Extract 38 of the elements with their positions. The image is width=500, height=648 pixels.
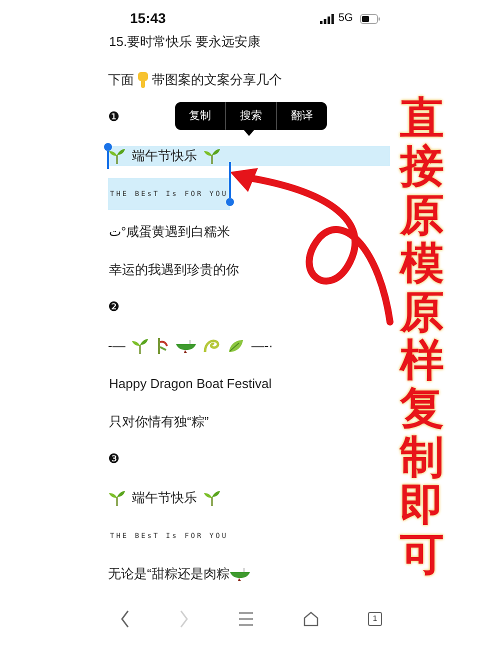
text-line: 15.要时常快乐 要永远安康 bbox=[108, 33, 262, 52]
annotation-text: 直接原模原样复制即可 bbox=[400, 95, 444, 579]
text-line: 幸运的我遇到珍贵的你 bbox=[108, 261, 240, 280]
pointing-hand-icon bbox=[136, 71, 150, 89]
text-line: 带图案的文案分享几个 bbox=[152, 71, 282, 90]
boat-icon bbox=[229, 567, 252, 581]
sprout-icon bbox=[108, 148, 126, 164]
sprout-icon bbox=[108, 490, 126, 506]
network-label: 5G bbox=[338, 11, 353, 26]
status-time: 15:43 bbox=[130, 9, 166, 28]
text-line: 无论是“甜粽还是肉粽 bbox=[108, 565, 230, 584]
tabs-button[interactable]: 1 bbox=[368, 612, 382, 626]
section-number: ❷ bbox=[108, 299, 120, 318]
sprout-icon bbox=[131, 338, 150, 354]
home-icon[interactable] bbox=[303, 611, 319, 627]
sprout-icon bbox=[203, 490, 221, 506]
swirl-icon bbox=[203, 338, 222, 354]
menu-item[interactable]: 复制 bbox=[175, 102, 225, 130]
boat-icon bbox=[175, 339, 198, 353]
text-line: Happy Dragon Boat Festival bbox=[108, 375, 273, 394]
menu-icon[interactable] bbox=[238, 611, 254, 627]
text-line: 下面 bbox=[108, 71, 134, 90]
back-icon[interactable] bbox=[120, 610, 130, 628]
sprout-icon bbox=[203, 148, 221, 164]
dash-text: -— bbox=[108, 337, 126, 356]
text-line: ت°咸蛋黄遇到白糯米 bbox=[108, 223, 232, 242]
selection-end-handle[interactable] bbox=[226, 162, 234, 206]
signal-icon bbox=[320, 14, 334, 24]
leaf-icon bbox=[227, 338, 246, 354]
section-number: ❸ bbox=[108, 451, 120, 470]
dash-text: —-· bbox=[251, 337, 274, 356]
text-line: 端午节快乐 bbox=[132, 147, 197, 166]
bamboo-icon bbox=[155, 337, 170, 355]
section-number: ❶ bbox=[108, 109, 120, 128]
battery-icon bbox=[360, 14, 380, 24]
text-line: 端午节快乐 bbox=[132, 489, 197, 508]
menu-item[interactable]: 翻译 bbox=[276, 102, 327, 130]
text-line: 只对你情有独“粽” bbox=[108, 413, 210, 432]
